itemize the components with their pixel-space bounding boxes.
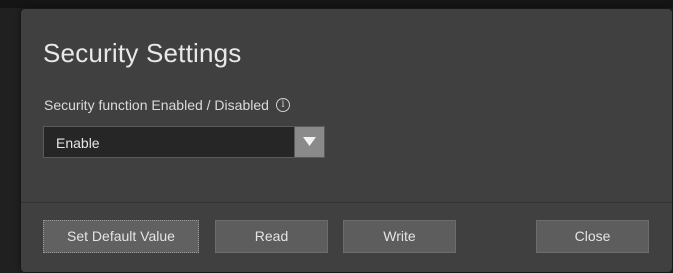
- security-function-label: Security function Enabled / Disabled: [44, 97, 269, 113]
- dialog-title: Security Settings: [43, 38, 242, 68]
- dropdown-selected-value: Enable: [56, 135, 100, 151]
- chevron-down-icon: [303, 137, 316, 146]
- set-default-value-button[interactable]: Set Default Value: [43, 220, 199, 253]
- security-settings-dialog: Security Settings Security function Enab…: [21, 9, 672, 272]
- security-function-label-row: Security function Enabled / Disabled i: [44, 97, 290, 113]
- security-function-dropdown[interactable]: Enable: [43, 126, 325, 158]
- backdrop-top-strip: [0, 0, 673, 8]
- read-button[interactable]: Read: [215, 220, 328, 253]
- info-icon[interactable]: i: [275, 98, 290, 112]
- footer-divider: [21, 202, 672, 203]
- close-button[interactable]: Close: [536, 220, 649, 253]
- dropdown-toggle[interactable]: [294, 127, 324, 157]
- write-button[interactable]: Write: [343, 220, 456, 253]
